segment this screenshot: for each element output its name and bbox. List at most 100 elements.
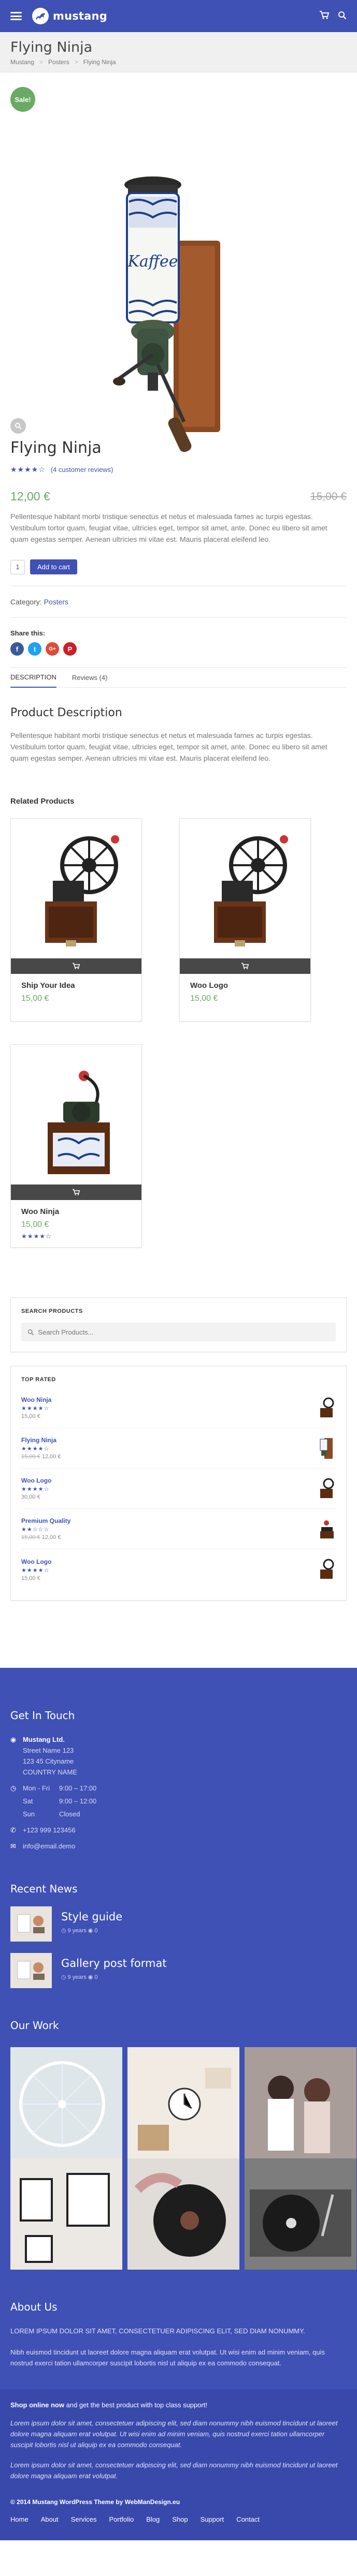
footer-nav-portfolio[interactable]: Portfolio [109,2514,134,2525]
breadcrumb-category[interactable]: Posters [48,58,69,66]
product-thumbnail [320,1397,334,1417]
product-card-image [11,1045,141,1200]
site-footer: Get In Touch ◉ Mustang Ltd. Street Name … [0,1668,357,2389]
product-thumbnail [320,1438,333,1459]
breadcrumb-separator: > [74,58,78,66]
site-logo[interactable]: mustang [32,8,107,24]
zoom-icon[interactable] [10,418,26,434]
news-title-link[interactable]: Style guide [61,1911,122,1923]
news-title-link[interactable]: Gallery post format [61,1957,167,1970]
list-item[interactable]: Woo Logo ★★★★☆ 15,00 € [21,1549,336,1590]
breadcrumb-home[interactable]: Mustang [10,58,34,66]
phone-icon: ✆ [10,1826,16,1834]
footer-nav-about[interactable]: About [41,2514,59,2525]
promo-text: Lorem ipsum dolor sit amet, consectetuer… [10,2461,338,2480]
promo-head: Shop online now [10,2401,64,2409]
facebook-icon[interactable]: f [10,642,24,656]
product-card-name[interactable]: Woo Logo [190,981,300,990]
footer-nav-services[interactable]: Services [71,2514,97,2525]
footer-nav-contact[interactable]: Contact [236,2514,260,2525]
list-item-rating: ★★★★☆ [21,1486,50,1492]
about-text: Nibh euismod tincidunt ut laoreet dolore… [10,2348,325,2367]
list-item[interactable]: Woo Ninja ★★★★☆ 15,00 € [21,1388,336,1428]
hours-time: Closed [59,1810,80,1818]
gallery-image[interactable] [245,2158,356,2270]
product-card[interactable]: Ship Your Idea 15,00 € [10,818,142,1021]
pinterest-icon[interactable]: P [63,642,77,656]
list-item-rating: ★★★★☆ [21,1567,50,1574]
about-title: About Us [10,2301,58,2313]
sale-price: 12,00 € [10,490,50,503]
product-image[interactable]: Kaffee [96,173,251,463]
product-thumbnail [320,1520,334,1538]
add-to-cart-bar[interactable] [11,1185,141,1200]
list-item-rating: ★★★★☆ [21,1405,50,1412]
cart-icon [73,1189,80,1195]
product-summary: Flying Ninja ★★★★☆ (4 customer reviews) … [0,439,357,1601]
product-card-name[interactable]: Woo Ninja [21,1207,131,1216]
share-title: Share this: [10,629,46,637]
product-card[interactable]: Woo Ninja 15,00 € ★★★★☆ [10,1044,142,1248]
list-item-price: 15,00 € 12,00 € [21,1534,61,1541]
news-item[interactable]: Style guide ◷ 9 years ◉ 0 [10,1906,347,1942]
gallery-image[interactable] [10,2158,122,2270]
site-header: mustang [0,0,357,32]
list-item[interactable]: Flying Ninja ★★★★☆ 15,00 € 12,00 € [21,1428,336,1469]
gallery-image[interactable] [10,2047,122,2158]
list-item-name[interactable]: Premium Quality [21,1517,70,1524]
cart-icon[interactable] [319,10,330,22]
footer-nav-blog[interactable]: Blog [146,2514,160,2525]
gallery-image[interactable] [127,2047,239,2158]
news-item[interactable]: Gallery post format ◷ 9 years ◉ 0 [10,1953,347,1988]
list-item-name[interactable]: Woo Logo [21,1477,51,1484]
gallery-image[interactable] [127,2158,239,2270]
category-link[interactable]: Posters [44,598,68,606]
footer-nav-home[interactable]: Home [10,2514,28,2525]
phone-link[interactable]: +123 999 123456 [23,1825,76,1835]
portfolio-gallery [10,2158,356,2270]
list-item-rating: ★★☆☆☆ [21,1527,50,1533]
twitter-icon[interactable]: t [28,642,41,656]
menu-icon[interactable] [10,12,22,20]
list-item-name[interactable]: Woo Ninja [21,1396,51,1403]
widget-title: SEARCH PRODUCTS [21,1308,83,1314]
tab-reviews[interactable]: Reviews (4) [72,667,108,688]
contact-title: Get In Touch [10,1709,75,1722]
footer-nav-shop[interactable]: Shop [172,2514,188,2525]
logo-text: mustang [53,10,107,22]
list-item[interactable]: Woo Logo ★★★★☆ 30,00 € [21,1469,336,1509]
list-item-price: 15,00 € [21,1413,40,1419]
promo-rest: and get the best product with top class … [64,2401,208,2409]
quantity-input[interactable] [10,559,25,574]
search-widget: SEARCH PRODUCTS [10,1297,347,1352]
add-to-cart-button[interactable]: Add to cart [30,559,77,574]
google-plus-icon[interactable]: G+ [46,642,59,656]
product-image-label: Kaffee [127,253,178,271]
footer-nav-support[interactable]: Support [201,2514,224,2525]
gallery-image[interactable] [245,2047,356,2158]
list-item-name[interactable]: Flying Ninja [21,1437,61,1444]
price-row: 12,00 € 15,00 € [10,490,347,504]
clock-icon: ◷ [10,1784,17,1792]
list-item-price: 15,00 € 12,00 € [21,1454,61,1460]
product-card[interactable]: Woo Logo 15,00 € [179,818,311,1021]
promo-headline: Shop online now and get the best product… [10,2400,347,2410]
news-meta: ◷ 9 years ◉ 0 [61,1974,98,1980]
reviews-link[interactable]: (4 customer reviews) [51,466,113,473]
add-to-cart-bar[interactable] [180,958,310,974]
add-to-cart-bar[interactable] [11,958,141,974]
portfolio-gallery [10,2047,356,2158]
list-item-name[interactable]: Woo Logo [21,1558,51,1565]
tab-description[interactable]: DESCRIPTION [10,667,56,688]
product-card-rating: ★★★★☆ [21,1233,52,1240]
email-link[interactable]: info@email.demo [23,1841,75,1852]
email-icon: ✉ [10,1842,16,1850]
list-item[interactable]: Premium Quality ★★☆☆☆ 15,00 € 12,00 € [21,1509,336,1549]
description-title: Product Description [10,706,122,719]
grinder-image [45,835,119,946]
breadcrumb-separator: > [39,58,44,66]
search-input[interactable] [38,1328,330,1336]
product-thumbnail [320,1559,334,1579]
product-card-name[interactable]: Ship Your Idea [21,981,131,990]
search-icon[interactable] [338,11,347,22]
